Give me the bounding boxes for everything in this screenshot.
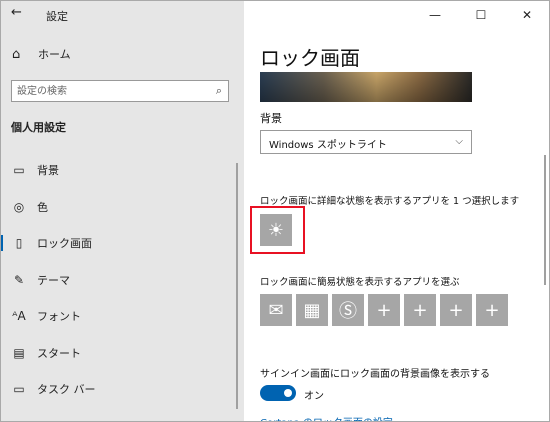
theme-brush-icon: ✎ [13,272,25,287]
add-icon: + [484,299,500,321]
background-dropdown-value: Windows スポットライト [269,140,387,151]
weather-sun-icon: ☀ [267,219,285,241]
nav-list: ▭ 背景 ◎ 色 ▯ ロック画面 ✎ テーマ ᴬA フォント ▤ スタート ▭ … [0,152,236,408]
title-bar: ← 設定 [0,0,244,30]
sidebar-item-label: 背景 [37,164,59,178]
quick-app-calendar-button[interactable]: ▦ [296,294,328,326]
background-label: 背景 [260,112,282,125]
sidebar-item-label: テーマ [37,273,70,287]
page-title: ロック画面 [260,46,360,70]
sidebar-item-themes[interactable]: ✎ テーマ [0,262,236,299]
app-title: 設定 [46,10,68,23]
sidebar-item-lock-screen[interactable]: ▯ ロック画面 [0,225,236,262]
add-icon: + [376,299,392,321]
maximize-icon[interactable]: ☐ [458,0,504,30]
cortana-settings-link[interactable]: Cortana のロック画面の設定 [260,414,393,422]
window-controls: — ☐ ✕ [412,0,550,30]
main-scrollbar[interactable] [544,155,546,285]
home-label: ホーム [38,48,71,61]
quick-status-label: ロック画面に簡易状態を表示するアプリを選ぶ [260,277,460,288]
chevron-down-icon: ⌵ [455,136,463,147]
lock-screen-preview [260,72,472,102]
skype-icon: Ⓢ [339,301,357,322]
taskbar-icon: ▭ [13,382,25,397]
sidebar-item-start[interactable]: ▤ スタート [0,335,236,372]
quick-app-add-button[interactable]: + [404,294,436,326]
toggle-state-label: オン [304,391,324,402]
sidebar-item-fonts[interactable]: ᴬA フォント [0,298,236,335]
detail-status-label: ロック画面に詳細な状態を表示するアプリを 1 つ選択します [260,196,520,207]
background-dropdown[interactable]: Windows スポットライト ⌵ [260,130,472,154]
image-icon: ▭ [13,163,25,178]
detail-status-app-button[interactable]: ☀ [260,214,292,246]
sidebar-item-colors[interactable]: ◎ 色 [0,189,236,226]
sidebar-item-background[interactable]: ▭ 背景 [0,152,236,189]
sidebar-item-label: タスク バー [37,383,96,397]
search-icon[interactable]: ⌕ [216,84,222,98]
sidebar-item-label: スタート [37,346,81,360]
home-nav-item[interactable]: ⌂ ホーム [12,46,71,62]
section-title: 個人用設定 [11,121,66,134]
sidebar-scrollbar[interactable] [236,163,238,409]
sidebar-item-label: ロック画面 [37,237,92,251]
close-icon[interactable]: ✕ [504,0,550,30]
sidebar-item-label: フォント [37,310,81,324]
palette-icon: ◎ [13,199,25,214]
toggle-knob [284,389,292,397]
start-menu-icon: ▤ [13,345,25,360]
quick-app-add-button[interactable]: + [368,294,400,326]
search-input[interactable] [17,83,202,99]
main-content: — ☐ ✕ ロック画面 背景 Windows スポットライト ⌵ ロック画面に詳… [244,0,550,422]
sidebar-item-label: 色 [37,200,48,214]
calendar-icon: ▦ [303,299,321,321]
home-icon: ⌂ [12,46,21,62]
minimize-icon[interactable]: — [412,0,458,30]
sidebar-item-taskbar[interactable]: ▭ タスク バー [0,371,236,408]
quick-app-add-button[interactable]: + [476,294,508,326]
add-icon: + [412,299,428,321]
quick-app-add-button[interactable]: + [440,294,472,326]
lock-screen-icon: ▯ [15,236,23,251]
quick-app-mail-button[interactable]: ✉ [260,294,292,326]
add-icon: + [448,299,464,321]
mail-icon: ✉ [268,299,284,321]
signin-background-toggle[interactable] [260,385,296,401]
quick-app-skype-button[interactable]: Ⓢ [332,294,364,326]
sidebar: ← 設定 ⌂ ホーム ⌕ 個人用設定 ▭ 背景 ◎ 色 ▯ ロック画面 ✎ テー… [0,0,244,422]
font-icon: ᴬA [12,309,26,324]
back-arrow-icon[interactable]: ← [11,5,22,20]
signin-background-label: サインイン画面にロック画面の背景画像を表示する [260,369,490,380]
search-box[interactable]: ⌕ [11,80,229,102]
